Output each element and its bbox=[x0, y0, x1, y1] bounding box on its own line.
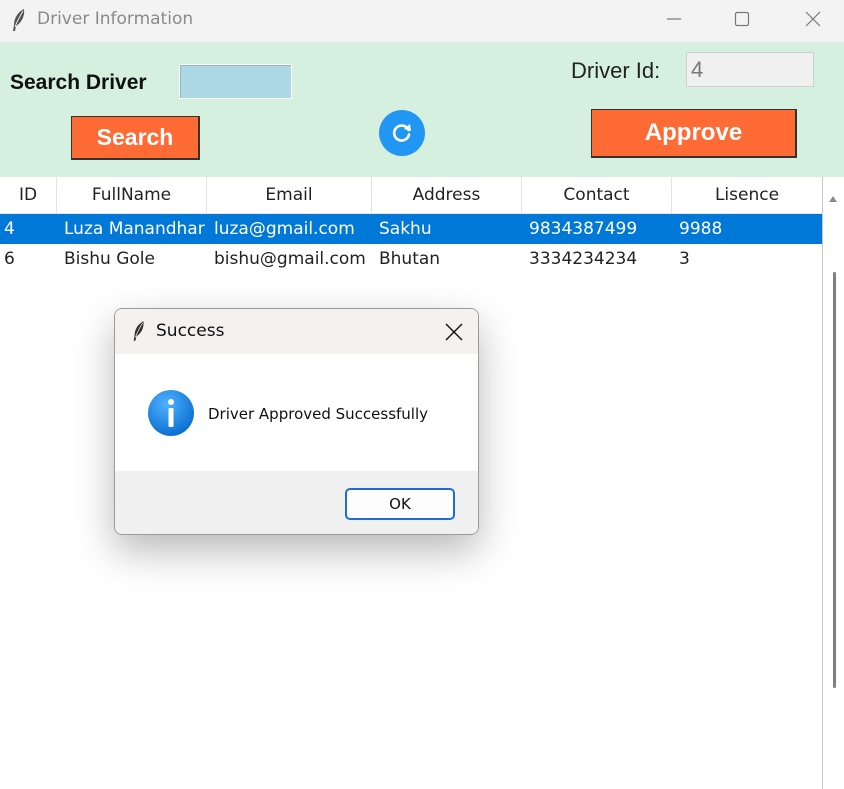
dialog-message: Driver Approved Successfully bbox=[208, 405, 429, 423]
cell-fullname: Bishu Gole bbox=[64, 249, 155, 269]
feather-icon bbox=[133, 321, 144, 341]
column-header-id[interactable]: ID bbox=[0, 177, 57, 214]
driver-id-label: Driver Id: bbox=[571, 58, 661, 83]
cell-id: 6 bbox=[4, 249, 15, 269]
cell-id: 4 bbox=[4, 219, 15, 239]
cell-lisence: 9988 bbox=[679, 219, 723, 239]
title-bar: Driver Information bbox=[0, 0, 844, 42]
minimize-button[interactable] bbox=[651, 0, 697, 38]
cell-contact: 3334234234 bbox=[529, 249, 638, 269]
dialog-body: Driver Approved Successfully bbox=[115, 354, 478, 471]
info-icon bbox=[148, 390, 194, 436]
ok-button[interactable]: OK bbox=[345, 488, 455, 520]
search-driver-label: Search Driver bbox=[10, 71, 147, 94]
cell-email: bishu@gmail.com bbox=[214, 249, 366, 269]
cell-email: luza@gmail.com bbox=[214, 219, 355, 239]
close-icon bbox=[445, 323, 463, 341]
driver-id-field[interactable] bbox=[686, 52, 814, 87]
close-icon bbox=[805, 11, 821, 27]
refresh-button[interactable] bbox=[379, 110, 425, 156]
maximize-button[interactable] bbox=[719, 0, 765, 38]
dialog-title-bar: Success bbox=[115, 309, 478, 354]
close-button[interactable] bbox=[790, 0, 836, 38]
cell-address: Sakhu bbox=[379, 219, 432, 239]
search-input[interactable] bbox=[179, 64, 292, 99]
minimize-icon bbox=[667, 18, 681, 20]
maximize-icon bbox=[734, 11, 750, 27]
search-button[interactable]: Search bbox=[71, 116, 200, 160]
table-row[interactable]: 6 Bishu Gole bishu@gmail.com Bhutan 3334… bbox=[0, 244, 822, 274]
column-header-email[interactable]: Email bbox=[207, 177, 372, 214]
dialog-footer: OK bbox=[115, 471, 478, 534]
toolbar: Search Driver Search Driver Id: Approve bbox=[0, 42, 844, 177]
scroll-up-arrow-icon[interactable] bbox=[829, 195, 837, 203]
column-header-address[interactable]: Address bbox=[372, 177, 522, 214]
table-row[interactable]: 4 Luza Manandhar luza@gmail.com Sakhu 98… bbox=[0, 214, 822, 244]
success-dialog: Success Driver Approved Successfully OK bbox=[114, 308, 479, 535]
refresh-icon bbox=[392, 124, 411, 142]
approve-button[interactable]: Approve bbox=[591, 109, 797, 158]
column-header-contact[interactable]: Contact bbox=[522, 177, 672, 214]
cell-lisence: 3 bbox=[679, 249, 690, 269]
cell-address: Bhutan bbox=[379, 249, 441, 269]
table-header: ID FullName Email Address Contact Lisenc… bbox=[0, 177, 822, 214]
dialog-close-button[interactable] bbox=[437, 317, 471, 347]
feather-icon bbox=[13, 9, 25, 31]
column-header-fullname[interactable]: FullName bbox=[57, 177, 207, 214]
cell-fullname: Luza Manandhar bbox=[64, 219, 205, 239]
dialog-title: Success bbox=[156, 321, 225, 341]
scrollbar-thumb[interactable] bbox=[833, 272, 836, 688]
cell-contact: 9834387499 bbox=[529, 219, 638, 239]
vertical-scrollbar[interactable] bbox=[822, 177, 844, 789]
column-header-lisence[interactable]: Lisence bbox=[672, 177, 822, 214]
window-title: Driver Information bbox=[37, 9, 194, 29]
